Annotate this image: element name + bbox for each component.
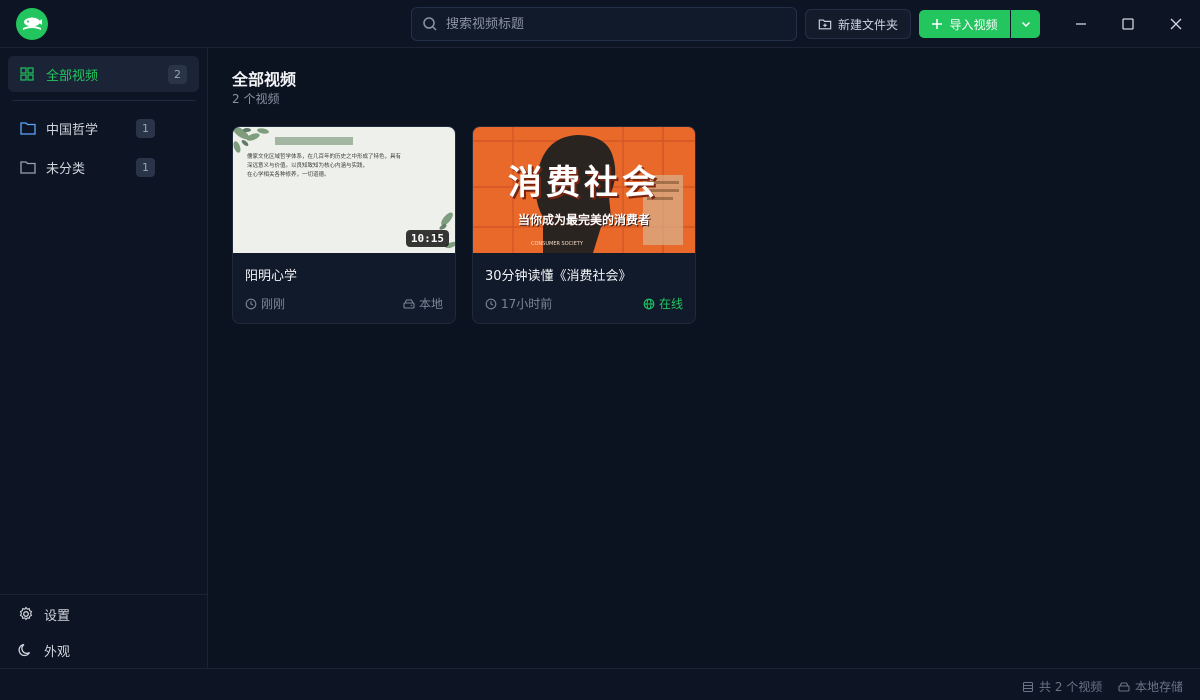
thumbnail-caption: CONSUMER SOCIETY: [531, 241, 583, 247]
globe-icon: [643, 298, 655, 309]
thumbnail-title: 消费社会: [508, 163, 660, 203]
video-card[interactable]: 儒家文化区域哲学体系，在几百年的历史之中形成了特色，具有 深远意义与价值。以良知…: [232, 126, 456, 324]
video-thumbnail: 消费社会 当你成为最完美的消费者 CONSUMER SOCIETY: [473, 127, 695, 253]
app-logo-icon: [16, 8, 48, 40]
folder-icon: [20, 161, 36, 174]
video-time: 17小时前: [485, 295, 552, 312]
minimize-icon: [1076, 23, 1086, 25]
sidebar-item-label: 全部视频: [46, 68, 99, 84]
clock-icon: [485, 298, 497, 309]
minimize-button[interactable]: [1066, 9, 1096, 39]
status-bar: 共 2 个视频 本地存储: [0, 668, 1200, 700]
thumbnail-subtitle: 当你成为最完美的消费者: [517, 213, 650, 227]
page-title: 全部视频: [232, 70, 297, 89]
count-badge: 1: [136, 119, 155, 138]
search-box[interactable]: [411, 7, 797, 41]
hard-drive-icon: [1118, 681, 1130, 692]
import-dropdown-button[interactable]: [1011, 10, 1040, 38]
search-input[interactable]: [446, 16, 776, 32]
sidebar-item-all-videos[interactable]: 全部视频 2: [8, 56, 199, 92]
status-storage: 本地存储: [1118, 678, 1183, 695]
sidebar-item-label: 中国哲学: [46, 122, 99, 138]
video-title: 阳明心学: [245, 269, 298, 284]
video-thumbnail: 儒家文化区域哲学体系，在几百年的历史之中形成了特色，具有 深远意义与价值。以良知…: [233, 127, 455, 253]
thumbnail-text: 儒家文化区域哲学体系，在几百年的历史之中形成了特色，具有 深远意义与价值。以良知…: [247, 154, 402, 178]
folder-icon: [20, 122, 36, 135]
appearance-button[interactable]: 外观: [8, 634, 199, 666]
settings-label: 设置: [44, 608, 71, 624]
grid-icon: [20, 67, 34, 81]
divider: [12, 100, 196, 101]
close-icon: [1170, 18, 1182, 30]
clock-icon: [245, 298, 257, 309]
sidebar-item-folder-uncategorized[interactable]: 未分类 1: [8, 151, 199, 183]
sidebar-item-folder-philosophy[interactable]: 中国哲学 1: [8, 112, 199, 144]
search-icon: [423, 17, 437, 31]
video-source: 在线: [643, 295, 683, 312]
maximize-button[interactable]: [1113, 9, 1143, 39]
close-button[interactable]: [1161, 9, 1191, 39]
count-badge: 1: [136, 158, 155, 177]
moon-icon: [18, 643, 31, 657]
maximize-icon: [1122, 18, 1134, 30]
hard-drive-icon: [403, 298, 415, 309]
new-folder-button[interactable]: 新建文件夹: [805, 9, 911, 39]
video-card[interactable]: 消费社会 当你成为最完美的消费者 CONSUMER SOCIETY 30分钟读懂…: [472, 126, 696, 324]
count-badge: 2: [168, 65, 187, 84]
gear-icon: [19, 606, 33, 621]
import-video-button[interactable]: 导入视频: [919, 10, 1010, 38]
sidebar-item-label: 未分类: [46, 161, 86, 177]
video-time: 刚刚: [245, 295, 285, 312]
plus-icon: [932, 19, 943, 29]
settings-button[interactable]: 设置: [8, 598, 199, 630]
appearance-label: 外观: [44, 644, 71, 660]
video-source: 本地: [403, 295, 443, 312]
status-total: 共 2 个视频: [1022, 678, 1102, 695]
chevron-down-icon: [1021, 21, 1030, 28]
divider: [0, 594, 207, 595]
database-icon: [1023, 681, 1033, 692]
duration-badge: 10:15: [405, 230, 449, 247]
title-bar: 新建文件夹 导入视频: [0, 0, 1200, 48]
folder-plus-icon: [818, 19, 832, 30]
new-folder-label: 新建文件夹: [837, 17, 898, 32]
import-video-label: 导入视频: [949, 17, 998, 32]
sidebar: 全部视频 2 中国哲学 1 未分类 1 设置 外观: [0, 48, 208, 668]
video-title: 30分钟读懂《消费社会》: [485, 269, 632, 284]
video-count: 2 个视频: [232, 92, 280, 106]
